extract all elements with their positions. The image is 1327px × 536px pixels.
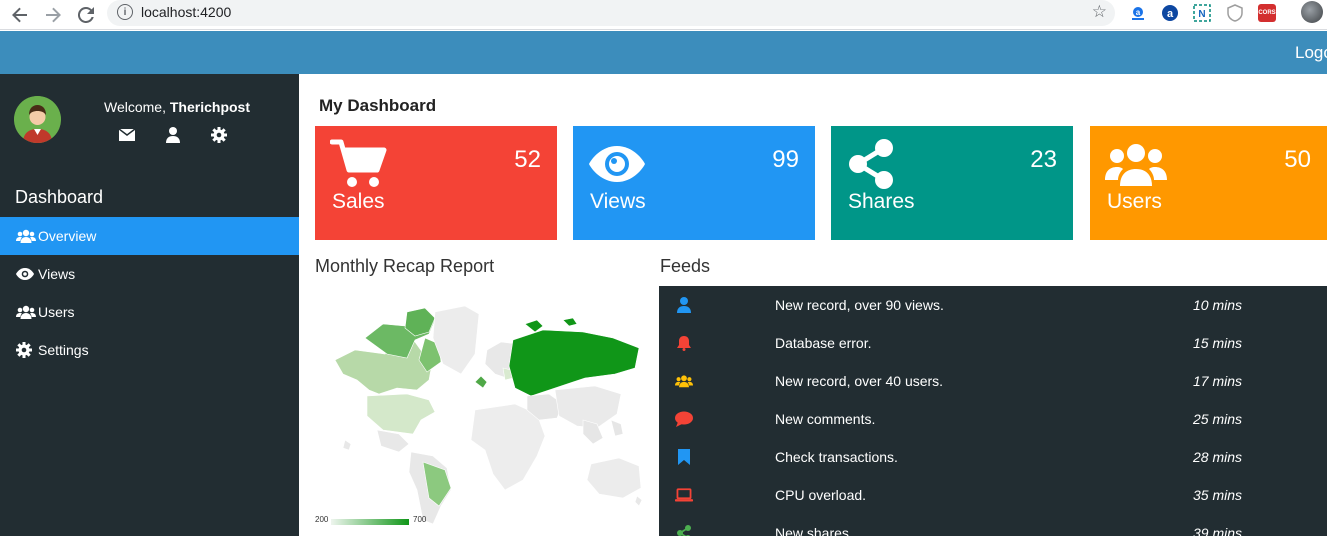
- share-icon: [846, 138, 896, 195]
- profile-avatar[interactable]: [1301, 1, 1323, 23]
- views-value: 99: [772, 146, 799, 173]
- logout-link[interactable]: Logout: [1295, 43, 1327, 63]
- reload-icon[interactable]: [75, 4, 97, 26]
- sidebar: Welcome, Therichpost Dashboard Overview …: [0, 74, 299, 536]
- bell-icon: [675, 334, 693, 352]
- sales-card[interactable]: 52 Sales: [315, 126, 557, 240]
- sidebar-item-users[interactable]: Users: [0, 293, 299, 331]
- feed-item[interactable]: New comments. 25 mins: [659, 400, 1327, 438]
- sidebar-item-views[interactable]: Views: [0, 255, 299, 293]
- laptop-icon: [675, 486, 693, 504]
- feed-text: New shares.: [775, 525, 853, 536]
- feed-text: Check transactions.: [775, 449, 898, 465]
- svg-text:a: a: [1136, 8, 1141, 17]
- comment-icon: [675, 410, 693, 428]
- feed-item[interactable]: New shares. 39 mins: [659, 514, 1327, 536]
- map-title: Monthly Recap Report: [315, 256, 495, 276]
- feed-item[interactable]: Database error. 15 mins: [659, 324, 1327, 362]
- url-text[interactable]: localhost:4200: [141, 4, 231, 20]
- share-icon: [675, 524, 693, 536]
- feed-text: Database error.: [775, 335, 872, 351]
- feed-time: 39 mins: [1193, 525, 1243, 536]
- shield-extension-icon[interactable]: [1226, 4, 1244, 22]
- sidebar-item-label: Overview: [38, 228, 97, 244]
- feed-time: 15 mins: [1193, 335, 1243, 351]
- sidebar-item-label: Users: [38, 304, 75, 320]
- amazon-assistant-icon[interactable]: a: [1129, 4, 1147, 22]
- feed-item[interactable]: New record, over 90 views. 10 mins: [659, 286, 1327, 324]
- shares-value: 23: [1030, 146, 1057, 173]
- feed-time: 35 mins: [1193, 487, 1243, 503]
- sidebar-item-overview[interactable]: Overview: [0, 217, 299, 255]
- legend-max: 700: [413, 515, 427, 524]
- app-header: Logout: [0, 31, 1327, 74]
- feed-item[interactable]: CPU overload. 35 mins: [659, 476, 1327, 514]
- eye-icon: [16, 266, 36, 282]
- views-label: Views: [590, 190, 646, 213]
- users-icon: [16, 228, 36, 244]
- sidebar-item-label: Settings: [38, 342, 89, 358]
- user-icon: [675, 296, 693, 314]
- sidebar-menu: Overview Views Users Settings: [0, 217, 299, 369]
- gear-icon[interactable]: [210, 126, 228, 144]
- feeds-list: New record, over 90 views. 10 mins Datab…: [659, 286, 1327, 536]
- back-arrow-icon[interactable]: [9, 4, 31, 26]
- envelope-icon[interactable]: [118, 126, 136, 144]
- legend-gradient-bar: [331, 519, 409, 525]
- world-geo-map[interactable]: [315, 300, 645, 525]
- feed-text: CPU overload.: [775, 487, 867, 503]
- gear-icon: [16, 342, 36, 358]
- users-icon: [16, 304, 36, 320]
- feed-item[interactable]: Check transactions. 28 mins: [659, 438, 1327, 476]
- alexa-icon[interactable]: a: [1161, 4, 1179, 22]
- welcome-prefix: Welcome,: [104, 99, 170, 115]
- legend-min: 200: [315, 515, 329, 524]
- n-extension-icon[interactable]: N: [1193, 4, 1211, 22]
- sidebar-item-label: Views: [38, 266, 76, 282]
- users-value: 50: [1284, 146, 1311, 173]
- map-legend: 200 700: [315, 515, 435, 529]
- feed-text: New comments.: [775, 411, 876, 427]
- feed-item[interactable]: New record, over 40 users. 17 mins: [659, 362, 1327, 400]
- feeds-title: Feeds: [660, 256, 711, 276]
- feed-time: 10 mins: [1193, 297, 1243, 313]
- bookmark-icon: [675, 448, 693, 466]
- bookmark-star-icon[interactable]: ☆: [1092, 2, 1107, 22]
- shopping-cart-icon: [329, 138, 388, 195]
- shares-label: Shares: [848, 190, 915, 213]
- feed-time: 28 mins: [1193, 449, 1243, 465]
- sidebar-item-settings[interactable]: Settings: [0, 331, 299, 369]
- welcome-text: Welcome, Therichpost: [104, 99, 250, 115]
- feed-time: 17 mins: [1193, 373, 1243, 389]
- browser-toolbar: i localhost:4200 ☆ a a N CORS: [0, 0, 1327, 30]
- svg-text:N: N: [1198, 9, 1205, 20]
- sales-label: Sales: [332, 190, 385, 213]
- main-content: My Dashboard 52 Sales 99 Views 23 Shares…: [299, 74, 1327, 536]
- sales-value: 52: [514, 146, 541, 173]
- users-card[interactable]: 50 Users: [1090, 126, 1327, 240]
- feed-time: 25 mins: [1193, 411, 1243, 427]
- cors-extension-icon[interactable]: CORS: [1258, 4, 1276, 22]
- shares-card[interactable]: 23 Shares: [831, 126, 1073, 240]
- user-icon[interactable]: [164, 126, 182, 144]
- page-title: My Dashboard: [319, 96, 437, 115]
- info-icon[interactable]: i: [117, 4, 133, 20]
- sidebar-title: Dashboard: [15, 187, 104, 207]
- feed-text: New record, over 90 views.: [775, 297, 944, 313]
- address-bar[interactable]: i localhost:4200 ☆: [107, 0, 1115, 26]
- svg-text:a: a: [1167, 8, 1174, 20]
- username: Therichpost: [169, 99, 250, 115]
- users-icon: [675, 372, 693, 390]
- forward-arrow-icon[interactable]: [42, 4, 64, 26]
- feed-text: New record, over 40 users.: [775, 373, 944, 389]
- users-icon: [1105, 142, 1167, 191]
- eye-icon: [588, 144, 646, 189]
- views-card[interactable]: 99 Views: [573, 126, 815, 240]
- users-label: Users: [1107, 190, 1162, 213]
- user-avatar: [14, 96, 61, 143]
